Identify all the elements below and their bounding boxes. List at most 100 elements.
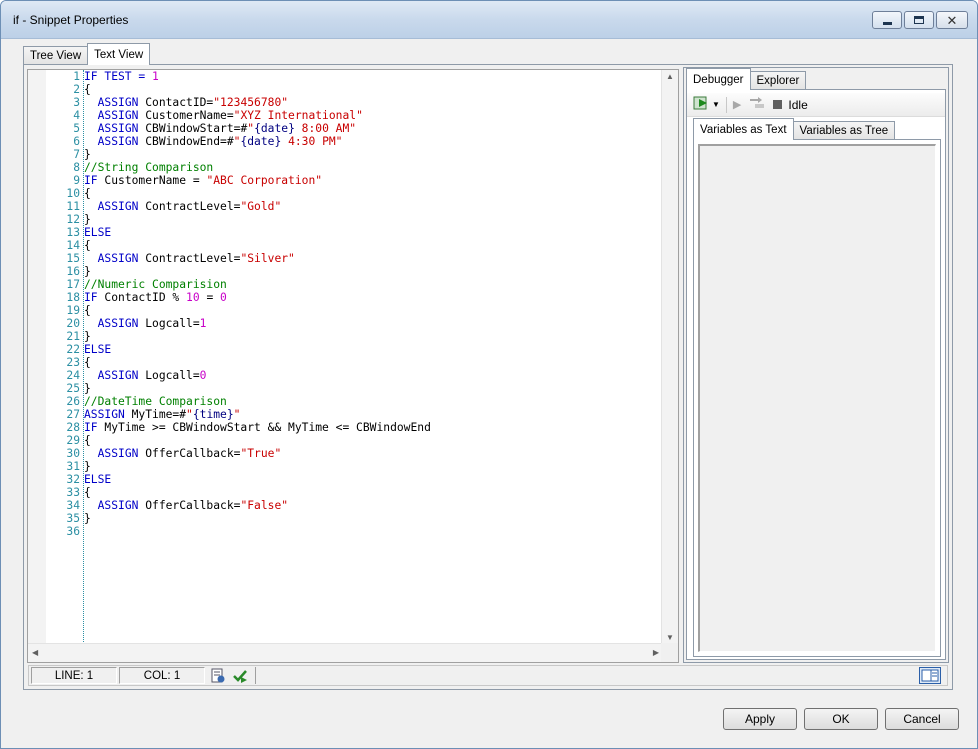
step-icon[interactable] (749, 97, 765, 112)
line-number: 13 (66, 226, 80, 239)
code-token: } (84, 512, 91, 525)
line-number: 10 (66, 187, 80, 200)
code-line[interactable]: } (84, 382, 663, 395)
code-line[interactable]: } (84, 330, 663, 343)
apply-button[interactable]: Apply (723, 708, 797, 730)
code-line[interactable]: { (84, 83, 663, 96)
code-token: //DateTime Comparison (84, 395, 227, 408)
maximize-button[interactable] (904, 11, 934, 29)
tab-variables-as-text[interactable]: Variables as Text (693, 118, 794, 140)
layout-icon[interactable] (919, 667, 941, 684)
code-token: ELSE (84, 226, 112, 239)
code-token: ContactID % (97, 291, 187, 304)
code-line[interactable]: ASSIGN OfferCallback="False" (84, 499, 663, 512)
code-token: { (84, 239, 91, 252)
code-line[interactable]: { (84, 187, 663, 200)
variables-text-box[interactable] (698, 144, 936, 652)
code-token: ASSIGN (97, 369, 139, 382)
line-number: 32 (66, 473, 80, 486)
code-line[interactable]: { (84, 304, 663, 317)
code-line[interactable]: //String Comparison (84, 161, 663, 174)
ok-button[interactable]: OK (804, 708, 878, 730)
scrollbar-corner (661, 643, 678, 662)
code-line[interactable]: //Numeric Comparision (84, 278, 663, 291)
code-token: IF TEST = (84, 70, 153, 83)
code-line[interactable]: ASSIGN MyTime=#"{time}" (84, 408, 663, 421)
run-icon[interactable] (693, 95, 711, 114)
code-line[interactable]: } (84, 213, 663, 226)
tab-text-view[interactable]: Text View (87, 43, 151, 65)
validate-icon[interactable] (231, 667, 249, 685)
minimize-button[interactable] (872, 11, 902, 29)
line-number: 18 (66, 291, 80, 304)
code-line[interactable]: IF MyTime >= CBWindowStart && MyTime <= … (84, 421, 663, 434)
dropdown-arrow-icon[interactable]: ▼ (712, 100, 720, 109)
line-number: 1 (73, 70, 80, 83)
line-indicator: LINE: 1 (31, 667, 117, 684)
line-number: 8 (73, 161, 80, 174)
play-icon[interactable]: ▶ (733, 98, 741, 111)
line-number: 28 (66, 421, 80, 434)
tab-explorer[interactable]: Explorer (749, 71, 807, 90)
code-token: //Numeric Comparision (84, 278, 227, 291)
scroll-right-icon[interactable]: ▶ (653, 648, 659, 657)
code-line[interactable]: ELSE (84, 226, 663, 239)
code-line[interactable]: ELSE (84, 473, 663, 486)
code-line[interactable]: ASSIGN CBWindowStart=#"{date} 8:00 AM" (84, 122, 663, 135)
code-line[interactable]: //DateTime Comparison (84, 395, 663, 408)
code-line[interactable]: IF TEST = 1 (84, 70, 663, 83)
code-line[interactable]: IF ContactID % 10 = 0 (84, 291, 663, 304)
debugger-status: Idle (788, 97, 808, 112)
code-line[interactable]: ASSIGN ContractLevel="Silver" (84, 252, 663, 265)
code-line[interactable] (84, 525, 663, 538)
close-icon: ✕ (946, 12, 958, 28)
code-line[interactable]: ASSIGN Logcall=0 (84, 369, 663, 382)
code-line[interactable]: { (84, 239, 663, 252)
code-line[interactable]: { (84, 356, 663, 369)
tab-variables-as-tree[interactable]: Variables as Tree (792, 121, 896, 140)
code-token: ASSIGN (97, 252, 139, 265)
code-token: "123456780" (213, 96, 289, 109)
code-line[interactable]: { (84, 486, 663, 499)
code-token: ASSIGN (97, 135, 139, 148)
code-line[interactable]: ASSIGN Logcall=1 (84, 317, 663, 330)
tab-debugger[interactable]: Debugger (686, 68, 751, 90)
scroll-left-icon[interactable]: ◀ (32, 648, 38, 657)
code-line[interactable]: { (84, 434, 663, 447)
code-line[interactable]: IF CustomerName = "ABC Corporation" (84, 174, 663, 187)
line-number: 9 (73, 174, 80, 187)
line-number-gutter: 1 2 3 4 5 6 7 8 9 10 11 12 13 14 15 16 17 18 19 20 21 22 23 24 2… (46, 70, 84, 644)
code-line[interactable]: ASSIGN ContactID="123456780" (84, 96, 663, 109)
code-token: = (199, 291, 221, 304)
code-line[interactable]: } (84, 512, 663, 525)
code-token: ASSIGN (97, 109, 139, 122)
line-number: 11 (66, 200, 80, 213)
check-syntax-icon[interactable] (209, 667, 227, 685)
line-number: 5 (73, 122, 80, 135)
code-line[interactable]: ELSE (84, 343, 663, 356)
code-text-area[interactable]: IF TEST = 1{ ASSIGN ContactID="123456780… (84, 70, 663, 644)
code-line[interactable]: ASSIGN CBWindowEnd=#"{date} 4:30 PM" (84, 135, 663, 148)
vertical-scrollbar[interactable]: ▲ ▼ (661, 70, 678, 644)
scroll-up-icon[interactable]: ▲ (666, 72, 674, 81)
code-line[interactable]: ASSIGN CustomerName="XYZ International" (84, 109, 663, 122)
code-token: ASSIGN (97, 317, 139, 330)
code-line[interactable]: } (84, 265, 663, 278)
code-line[interactable]: ASSIGN OfferCallback="True" (84, 447, 663, 460)
code-editor[interactable]: 1 2 3 4 5 6 7 8 9 10 11 12 13 14 15 16 17 18 19 20 21 22 23 24 2… (27, 69, 679, 663)
scroll-down-icon[interactable]: ▼ (666, 633, 674, 642)
line-number: 34 (66, 499, 80, 512)
stop-icon[interactable] (773, 100, 783, 109)
minimize-icon (882, 22, 892, 25)
code-line[interactable]: } (84, 148, 663, 161)
tab-tree-view[interactable]: Tree View (23, 46, 89, 65)
cancel-button[interactable]: Cancel (885, 708, 959, 730)
code-line[interactable]: ASSIGN ContractLevel="Gold" (84, 200, 663, 213)
horizontal-scrollbar[interactable]: ◀ ▶ (28, 643, 663, 662)
code-token: Logcall= (138, 317, 200, 330)
close-button[interactable]: ✕ (936, 11, 968, 29)
code-line[interactable]: } (84, 460, 663, 473)
line-number: 29 (66, 434, 80, 447)
